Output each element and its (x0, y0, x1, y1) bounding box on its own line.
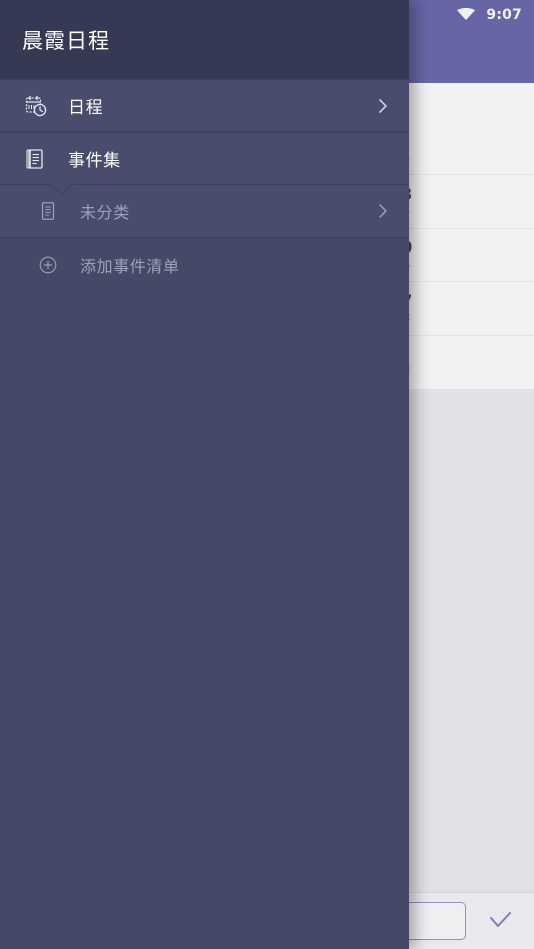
sidebar-item-uncategorized[interactable]: 未分类 (0, 185, 409, 238)
app-title: 晨霞日程 (22, 28, 110, 53)
chevron-right-icon (375, 96, 391, 116)
chevron-right-icon (375, 201, 391, 221)
app-root: 9:07 五 六 5 十四 6 十五 12 廿一 (0, 0, 534, 949)
sidebar-item-schedule[interactable]: 日程 (0, 79, 409, 132)
sidebar-item-label: 事件集 (68, 151, 121, 171)
sidebar-item-label: 添加事件清单 (80, 256, 180, 276)
calendar-clock-icon (22, 94, 50, 118)
sidebar-item-add-list[interactable]: 添加事件清单 (0, 238, 409, 291)
plus-circle-icon (34, 254, 62, 276)
sidebar-item-label: 日程 (68, 98, 104, 118)
sidebar-item-label: 未分类 (80, 203, 130, 222)
sidebar-item-event-sets[interactable]: 事件集 (0, 132, 409, 185)
navigation-drawer: 晨霞日程 日程 事件集 未分类 添加事件清单 (0, 0, 409, 949)
drawer-header: 晨霞日程 (0, 0, 409, 79)
list-note-icon (34, 200, 62, 222)
notebook-icon (22, 147, 50, 171)
drawer-nav-list: 日程 事件集 未分类 添加事件清单 (0, 79, 409, 949)
selected-group-caret (48, 184, 74, 195)
